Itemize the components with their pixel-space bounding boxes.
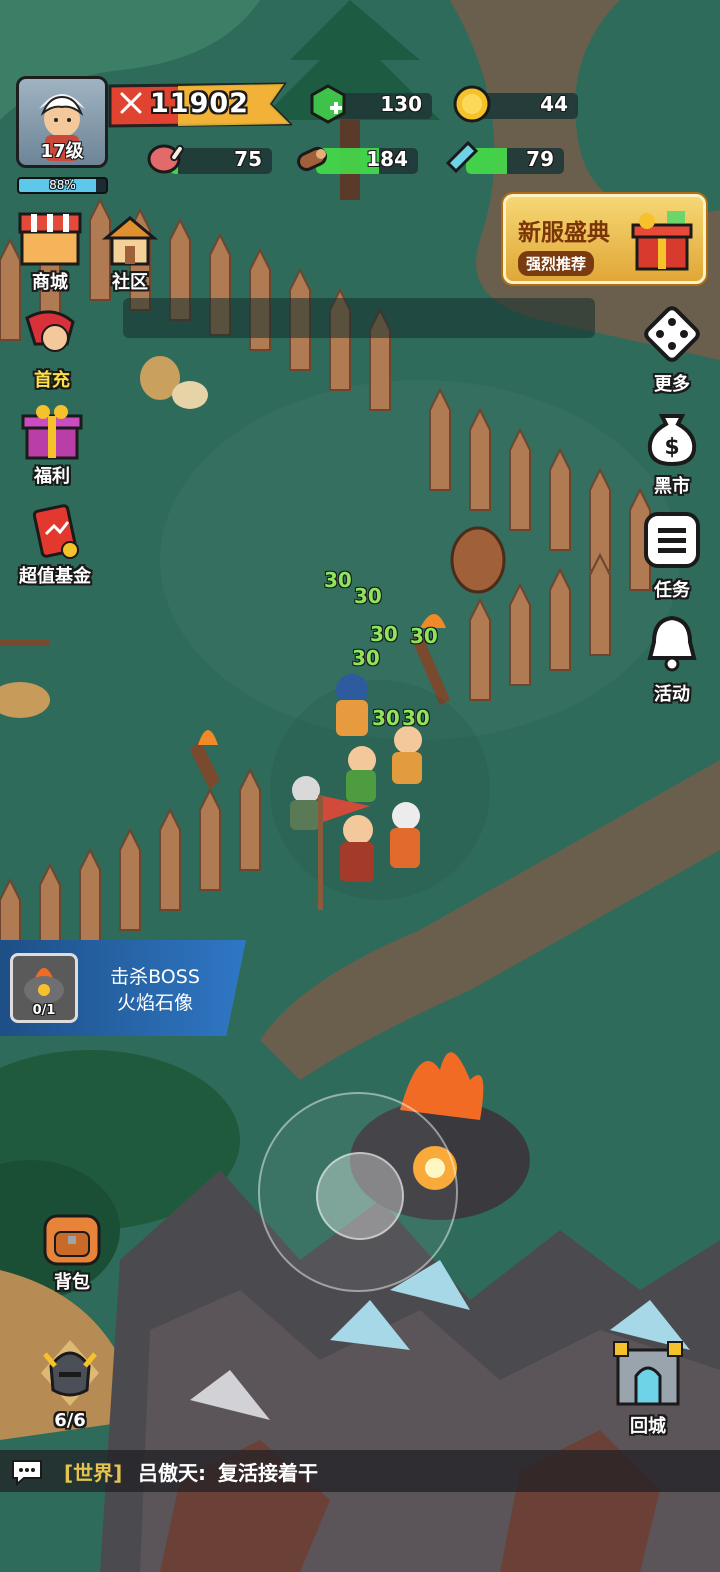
damage-number: 30 <box>402 706 430 730</box>
tasks-label: 任务 <box>654 580 690 601</box>
damage-number: 30 <box>352 646 380 670</box>
tasks-button[interactable]: 任务 <box>640 508 704 602</box>
promo-title: 新服盛典 <box>518 220 610 246</box>
castle-portal-icon <box>613 1341 683 1406</box>
gem-value: 130 <box>380 92 422 116</box>
knight-helmet-icon <box>41 1340 99 1406</box>
wood-log-icon <box>297 146 327 172</box>
quest-title: 击杀BOSS <box>110 966 200 988</box>
xp-bar: 88% <box>17 177 108 194</box>
first-recharge-label: 首充 <box>34 370 70 391</box>
chat-sender: 吕傲天: <box>138 1461 206 1485</box>
black-market-label: 黑市 <box>654 476 690 497</box>
player-level: 17级 <box>40 141 84 162</box>
chat-channel: [世界] <box>64 1461 123 1485</box>
combat-power-value: 11902 <box>150 88 249 119</box>
backpack-button[interactable]: 背包 <box>32 1204 112 1294</box>
value-fund-button[interactable]: 超值基金 <box>8 504 102 588</box>
damage-number: 30 <box>410 624 438 648</box>
task-list-icon <box>644 512 700 568</box>
heroes-count: 6/6 <box>54 1410 86 1431</box>
gold-value: 44 <box>540 92 568 116</box>
shop-button[interactable]: 商城 <box>10 208 90 294</box>
quest-tracker[interactable]: 0/1 击杀BOSS 火焰石像 <box>0 940 246 1036</box>
notice-strip <box>123 298 595 338</box>
crystal-value: 79 <box>526 147 554 171</box>
quest-progress: 0/1 <box>32 1003 56 1018</box>
player-avatar[interactable]: 17级 <box>16 76 108 168</box>
more-button[interactable]: 更多 <box>640 302 704 396</box>
return-city-button[interactable]: 回城 <box>610 1336 686 1438</box>
crystal-resource[interactable]: 79 <box>442 140 564 175</box>
backpack-label: 背包 <box>54 1272 90 1293</box>
promo-subtitle: 强烈推荐 <box>518 251 595 276</box>
community-button[interactable]: 社区 <box>90 212 170 294</box>
black-market-button[interactable]: $ 黑市 <box>640 404 704 498</box>
world-chat-bar[interactable]: [世界] 吕傲天: 复活接着干 <box>0 1450 720 1492</box>
meat-value: 75 <box>234 147 262 171</box>
quest-target: 火焰石像 <box>116 992 193 1014</box>
green-gem-plus-icon <box>310 84 346 124</box>
welfare-label: 福利 <box>34 466 70 487</box>
bell-icon <box>647 615 697 672</box>
meat-icon <box>147 144 184 174</box>
new-server-promo-button[interactable]: 新服盛典 强烈推荐 <box>503 194 706 284</box>
chat-message: 复活接着干 <box>218 1461 318 1485</box>
chat-bubble-icon[interactable] <box>10 1458 44 1486</box>
welfare-button[interactable]: 福利 <box>12 402 92 488</box>
return-city-label: 回城 <box>630 1416 666 1437</box>
events-label: 活动 <box>654 684 690 705</box>
gift-box-icon <box>631 211 693 271</box>
hero-girl-icon <box>25 310 75 352</box>
heroes-button[interactable]: 6/6 <box>30 1336 110 1431</box>
value-fund-label: 超值基金 <box>19 566 91 587</box>
gem-resource[interactable]: 130 <box>308 84 432 124</box>
svg-text:$: $ <box>664 435 679 460</box>
damage-number: 30 <box>324 568 352 592</box>
fire-golem-icon <box>24 968 64 1004</box>
backpack-icon <box>43 1214 101 1266</box>
shop-stall-icon <box>18 212 82 266</box>
events-button[interactable]: 活动 <box>640 612 704 706</box>
first-recharge-button[interactable]: 首充 <box>12 308 92 392</box>
wood-resource[interactable]: 184 <box>292 145 418 175</box>
wood-value: 184 <box>366 147 408 171</box>
meat-resource[interactable]: 75 <box>146 144 272 175</box>
xp-percent: 88% <box>49 178 76 192</box>
combat-power-banner: 11902 <box>108 80 292 130</box>
joystick-knob[interactable] <box>316 1152 404 1240</box>
boss-portrait: 0/1 <box>10 953 78 1023</box>
more-label: 更多 <box>654 374 690 395</box>
gold-resource[interactable]: 44 <box>452 85 578 123</box>
money-bag-icon: $ <box>647 414 697 467</box>
damage-number: 30 <box>354 584 382 608</box>
more-dice-icon <box>644 306 700 362</box>
damage-number: 30 <box>370 622 398 646</box>
shop-label: 商城 <box>32 272 68 293</box>
crystal-icon <box>445 140 479 174</box>
fund-card-icon <box>32 504 79 559</box>
gift-icon <box>21 405 83 460</box>
virtual-joystick[interactable] <box>258 1092 458 1292</box>
community-label: 社区 <box>112 272 148 293</box>
damage-number: 30 <box>372 706 400 730</box>
house-icon <box>101 216 159 266</box>
gold-coin-icon <box>453 85 491 123</box>
